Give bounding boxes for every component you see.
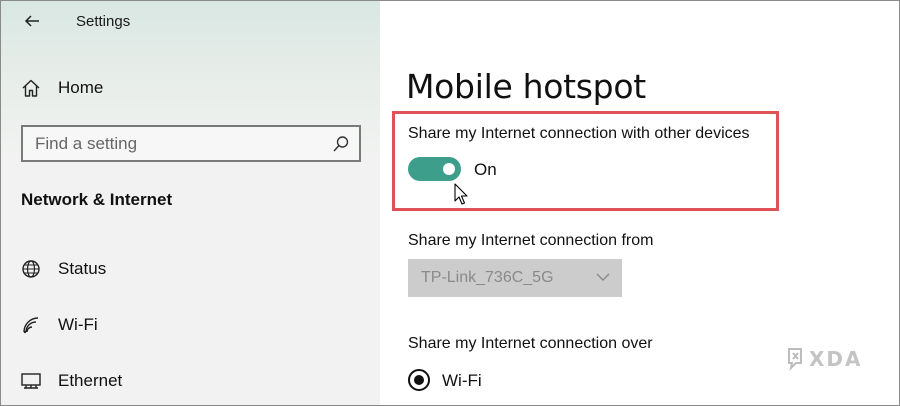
mouse-cursor-icon (454, 183, 468, 205)
sidebar-item-home[interactable]: Home (1, 68, 380, 108)
page-title: Mobile hotspot (406, 67, 646, 106)
settings-window: Settings Home Network & Internet Status (0, 0, 900, 406)
radio-dot (414, 375, 424, 385)
toggle-knob (443, 163, 455, 175)
chevron-down-icon (596, 273, 610, 281)
sidebar: Settings Home Network & Internet Status (1, 1, 380, 405)
wifi-icon (23, 317, 39, 334)
sidebar-item-label: Status (58, 259, 107, 278)
toggle-state-label: On (474, 160, 497, 179)
share-connection-label: Share my Internet connection with other … (408, 125, 750, 142)
main-content: Mobile hotspot Share my Internet connect… (380, 1, 899, 405)
svg-text:XDA: XDA (809, 347, 863, 371)
search-input[interactable] (23, 133, 313, 154)
search-field[interactable] (21, 125, 361, 162)
home-icon (22, 79, 40, 97)
radio-wifi-label: Wi-Fi (442, 371, 482, 390)
globe-icon (22, 260, 40, 278)
ethernet-icon (21, 373, 41, 389)
share-from-label: Share my Internet connection from (408, 232, 654, 249)
sidebar-item-wifi[interactable]: Wi-Fi (1, 305, 380, 345)
search-icon[interactable] (332, 135, 350, 153)
share-over-label: Share my Internet connection over (408, 335, 653, 352)
sidebar-item-ethernet[interactable]: Ethernet (1, 361, 380, 401)
sidebar-item-label: Wi-Fi (58, 315, 98, 334)
sidebar-item-label: Ethernet (58, 371, 123, 390)
sidebar-item-status[interactable]: Status (1, 249, 380, 289)
app-title: Settings (76, 13, 131, 30)
back-arrow-icon[interactable] (21, 10, 43, 32)
dropdown-value: TP-Link_736C_5G (421, 269, 554, 286)
share-from-dropdown[interactable]: TP-Link_736C_5G (408, 259, 622, 297)
xda-logo: XDA (788, 347, 863, 371)
radio-wifi[interactable] (408, 369, 430, 391)
section-title: Network & Internet (21, 190, 173, 209)
hotspot-toggle[interactable] (408, 157, 461, 181)
sidebar-item-label: Home (58, 78, 104, 97)
